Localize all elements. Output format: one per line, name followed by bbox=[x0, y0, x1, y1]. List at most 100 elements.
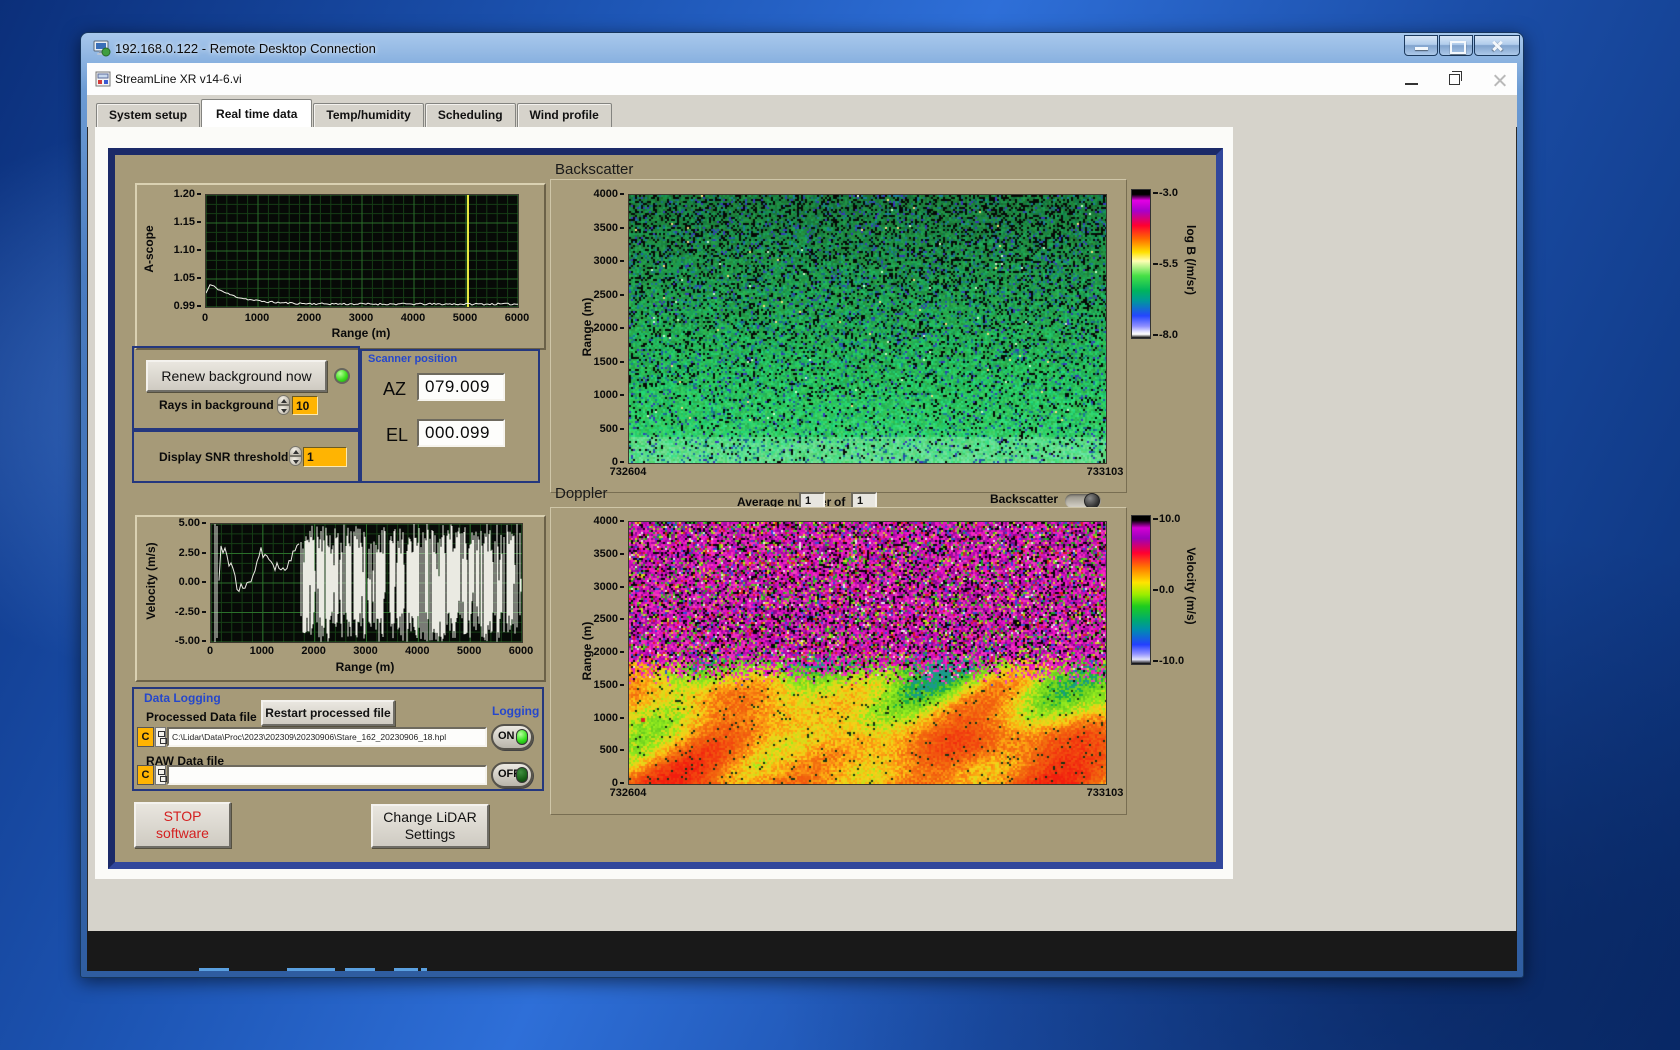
tick-label: 1.15 bbox=[174, 216, 201, 228]
tick-label: 1.20 bbox=[174, 188, 201, 200]
snr-value-field[interactable]: 1 bbox=[303, 447, 347, 467]
rdp-maximize-button[interactable] bbox=[1439, 35, 1473, 56]
tab-temp-humidity[interactable]: Temp/humidity bbox=[313, 103, 424, 127]
tick-label: 500 bbox=[600, 744, 624, 756]
backscatter-x-start: 732604 bbox=[609, 466, 647, 478]
browse-icon[interactable] bbox=[155, 765, 167, 785]
tab-system-setup[interactable]: System setup bbox=[96, 103, 201, 127]
tick-label: 1500 bbox=[594, 356, 624, 368]
tab-scheduling[interactable]: Scheduling bbox=[424, 103, 516, 127]
maximize-icon bbox=[1450, 41, 1466, 54]
tick-label: 3500 bbox=[594, 222, 624, 234]
minimize-icon bbox=[1415, 47, 1428, 50]
running-indicator bbox=[421, 968, 427, 971]
running-indicator bbox=[287, 968, 335, 971]
doppler-heatmap bbox=[628, 521, 1107, 785]
doppler-x-end: 733103 bbox=[1086, 787, 1124, 799]
tick-label: 3000 bbox=[594, 255, 624, 267]
velocity-ylabel: Velocity (m/s) bbox=[144, 542, 158, 620]
tick-label: 0.99 bbox=[174, 300, 201, 312]
restart-processed-file-button[interactable]: Restart processed file bbox=[261, 700, 395, 726]
desktop-wallpaper: 192.168.0.122 - Remote Desktop Connectio… bbox=[0, 0, 1680, 1050]
running-indicator bbox=[345, 968, 375, 971]
tick-label: 1500 bbox=[594, 679, 624, 691]
change-line2: Settings bbox=[404, 826, 456, 842]
scanner-position-box bbox=[360, 349, 540, 483]
processed-path-field[interactable]: C:\Lidar\Data\Proc\2023\202309\20230906\… bbox=[167, 727, 487, 747]
el-label: EL bbox=[386, 425, 409, 445]
tick-label: 2000 bbox=[296, 312, 322, 324]
change-line1: Change LiDAR bbox=[383, 809, 477, 825]
rays-in-background-label: Rays in background bbox=[159, 398, 274, 412]
el-value-field: 000.099 bbox=[417, 419, 505, 447]
tick-label: 4000 bbox=[400, 312, 426, 324]
ascope-ytick-labels: 1.20 1.15 1.10 1.05 0.99 bbox=[157, 188, 201, 312]
backscatter-toggle[interactable] bbox=[1065, 493, 1101, 509]
backscatter-toggle-label: Backscatter bbox=[990, 492, 1059, 506]
drive-select[interactable]: C bbox=[137, 727, 154, 747]
snr-threshold-label: Display SNR threshold bbox=[159, 450, 289, 464]
tick-label: 6000 bbox=[504, 312, 530, 324]
change-lidar-settings-button[interactable]: Change LiDAR Settings bbox=[371, 804, 489, 848]
tick-label: 1000 bbox=[249, 645, 275, 657]
spinner-up-icon[interactable] bbox=[289, 446, 302, 456]
doppler-colorbar bbox=[1131, 515, 1151, 665]
tick-label: 2000 bbox=[594, 646, 624, 658]
tab-real-time-data[interactable]: Real time data bbox=[201, 99, 313, 127]
tick-label: 3500 bbox=[594, 548, 624, 560]
tab-wind-profile[interactable]: Wind profile bbox=[516, 103, 612, 127]
snr-spinner[interactable] bbox=[289, 446, 302, 466]
tick-label: 5000 bbox=[452, 312, 478, 324]
tick-label: 1000 bbox=[244, 312, 270, 324]
background-status-led bbox=[334, 368, 350, 384]
tick-label: 500 bbox=[600, 423, 624, 435]
browse-icon[interactable] bbox=[155, 727, 167, 747]
tick-label: 5000 bbox=[456, 645, 482, 657]
app-titlebar[interactable]: StreamLine XR v14-6.vi bbox=[87, 63, 1517, 95]
spinner-down-icon[interactable] bbox=[289, 456, 302, 466]
tick-label: 4000 bbox=[594, 188, 624, 200]
tick-label: 1000 bbox=[594, 389, 624, 401]
doppler-ytick-labels: 4000 3500 3000 2500 2000 1500 1000 500 0 bbox=[582, 515, 624, 789]
app-restore-icon[interactable] bbox=[1449, 71, 1462, 85]
velocity-xtick-labels: 0 1000 2000 3000 4000 5000 6000 bbox=[196, 645, 535, 657]
on-label: ON bbox=[498, 730, 515, 742]
backscatter-ytick-labels: 4000 3500 3000 2500 2000 1500 1000 500 0 bbox=[582, 188, 624, 468]
rdp-titlebar[interactable]: 192.168.0.122 - Remote Desktop Connectio… bbox=[81, 33, 1523, 63]
rays-value-field[interactable]: 10 bbox=[292, 396, 318, 415]
rays-spinner[interactable] bbox=[277, 395, 290, 415]
raw-path-field[interactable] bbox=[167, 765, 487, 785]
tick-label: 0 bbox=[206, 645, 214, 657]
app-close-icon[interactable] bbox=[1493, 73, 1507, 87]
tick-label: 2000 bbox=[594, 322, 624, 334]
doppler-colorbar-label: Velocity (m/s) bbox=[1184, 547, 1198, 625]
app-minimize-icon[interactable] bbox=[1405, 83, 1418, 85]
stop-line2: software bbox=[156, 825, 209, 841]
rdp-close-button[interactable] bbox=[1474, 35, 1520, 56]
processed-logging-toggle[interactable]: ON bbox=[491, 724, 533, 750]
drive-select[interactable]: C bbox=[137, 765, 154, 785]
remote-desktop-area: StreamLine XR v14-6.vi System setup Real… bbox=[87, 63, 1517, 971]
renew-background-button[interactable]: Renew background now bbox=[146, 360, 327, 392]
az-label: AZ bbox=[383, 379, 407, 399]
spinner-up-icon[interactable] bbox=[277, 395, 290, 405]
tick-label: 2.50 bbox=[179, 547, 206, 559]
tab-strip: System setup Real time data Temp/humidit… bbox=[87, 95, 1517, 127]
backscatter-colorbar-label: log B (/m/sr) bbox=[1184, 224, 1198, 295]
rdp-minimize-button[interactable] bbox=[1404, 35, 1438, 56]
data-logging-title: Data Logging bbox=[144, 691, 221, 705]
raw-logging-toggle[interactable]: OFF bbox=[491, 762, 533, 788]
tick-label: 6000 bbox=[508, 645, 534, 657]
rdp-window: 192.168.0.122 - Remote Desktop Connectio… bbox=[80, 32, 1524, 978]
labview-vi-icon bbox=[95, 71, 111, 87]
rdp-window-title: 192.168.0.122 - Remote Desktop Connectio… bbox=[115, 40, 376, 56]
app-window-title: StreamLine XR v14-6.vi bbox=[115, 72, 242, 86]
tick-label: -8.0 bbox=[1153, 329, 1199, 341]
scanner-position-title: Scanner position bbox=[368, 353, 458, 365]
logging-on-led bbox=[516, 729, 528, 745]
tick-label: 2500 bbox=[594, 289, 624, 301]
ascope-ylabel: A-scope bbox=[142, 225, 156, 273]
tick-label: 1000 bbox=[594, 712, 624, 724]
spinner-down-icon[interactable] bbox=[277, 405, 290, 415]
stop-software-button[interactable]: STOP software bbox=[134, 802, 231, 848]
